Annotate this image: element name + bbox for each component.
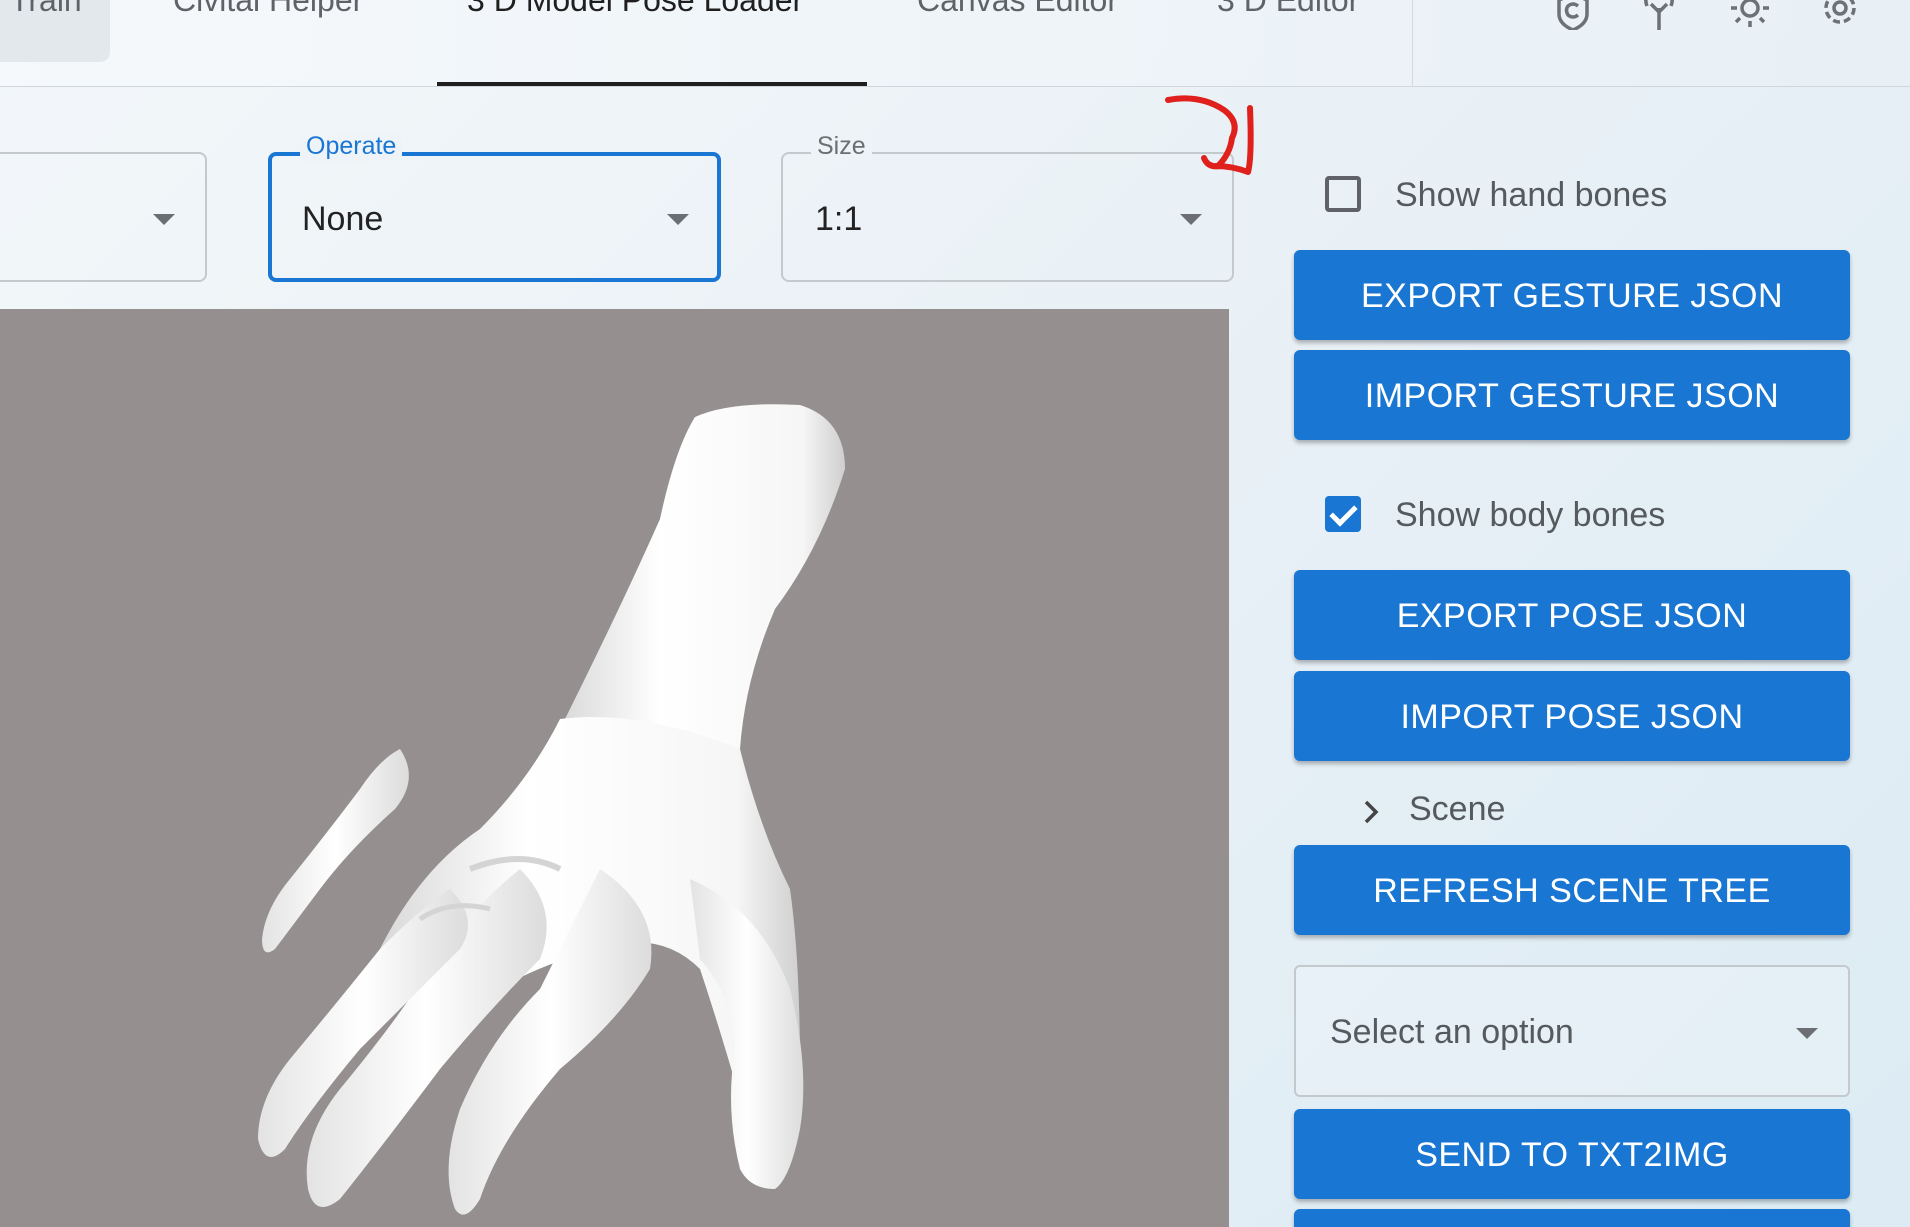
tab-canvas-editor[interactable]: Canvas Editor — [917, 0, 1118, 20]
chevron-down-icon — [153, 214, 175, 225]
hand-model — [258, 404, 845, 1215]
gear-icon[interactable] — [1818, 0, 1862, 30]
option-select[interactable]: Select an option — [1294, 965, 1850, 1097]
scene-label: Scene — [1409, 790, 1506, 828]
tab-bar: Train Civitai Helper 3 D Model Pose Load… — [0, 0, 1910, 87]
page: Train Civitai Helper 3 D Model Pose Load… — [0, 0, 1910, 1227]
select-placeholder: Select an option — [1330, 1013, 1574, 1051]
tab-label: Canvas Editor — [917, 0, 1118, 18]
chevron-down-icon — [1796, 1028, 1818, 1039]
tab-3d-model-pose-loader[interactable]: 3 D Model Pose Loader — [467, 0, 803, 20]
shield-c-icon[interactable] — [1551, 0, 1595, 30]
annotation-arrow — [1165, 95, 1254, 175]
tab-civitai-helper[interactable]: Civitai Helper — [173, 0, 363, 20]
operate-select[interactable]: Operate None — [268, 132, 721, 282]
size-value: 1:1 — [815, 200, 863, 238]
tab-3d-editor[interactable]: 3 D Editor — [1217, 0, 1359, 20]
sun-icon[interactable] — [1728, 0, 1772, 30]
chevron-down-icon — [667, 214, 689, 225]
more-tabs-button[interactable]: ··· — [1454, 0, 1484, 16]
chevron-down-icon — [1180, 214, 1202, 225]
next-button-partial[interactable] — [1294, 1209, 1850, 1227]
active-tab-indicator — [437, 82, 867, 86]
show-hand-bones-label: Show hand bones — [1395, 176, 1668, 214]
operate-value: None — [302, 200, 384, 238]
checkbox-body-bones[interactable] — [1325, 496, 1361, 532]
tab-label: 3 D Model Pose Loader — [467, 0, 804, 18]
more-label: ··· — [1454, 0, 1484, 12]
tab-label: 3 D Editor — [1217, 0, 1360, 18]
checkbox-hand-bones[interactable] — [1325, 176, 1361, 212]
import-pose-json-button[interactable]: IMPORT POSE JSON — [1294, 671, 1850, 761]
operate-label: Operate — [300, 132, 403, 161]
toolbar-divider — [1412, 0, 1413, 86]
export-gesture-json-button[interactable]: EXPORT GESTURE JSON — [1294, 250, 1850, 340]
show-body-bones-label: Show body bones — [1395, 496, 1666, 534]
export-pose-json-button[interactable]: EXPORT POSE JSON — [1294, 570, 1850, 660]
import-gesture-json-button[interactable]: IMPORT GESTURE JSON — [1294, 350, 1850, 440]
send-to-txt2img-button[interactable]: SEND TO TXT2IMG — [1294, 1109, 1850, 1199]
tree-icon[interactable] — [1637, 0, 1681, 30]
size-label: Size — [811, 132, 872, 161]
refresh-scene-tree-button[interactable]: REFRESH SCENE TREE — [1294, 845, 1850, 935]
tab-label: Train — [10, 0, 82, 18]
tab-label: Civitai Helper — [173, 0, 364, 18]
tab-train[interactable]: Train — [0, 0, 110, 62]
chevron-right-icon — [1360, 798, 1384, 826]
3d-viewport[interactable] — [0, 309, 1229, 1227]
model-select[interactable] — [0, 152, 207, 282]
